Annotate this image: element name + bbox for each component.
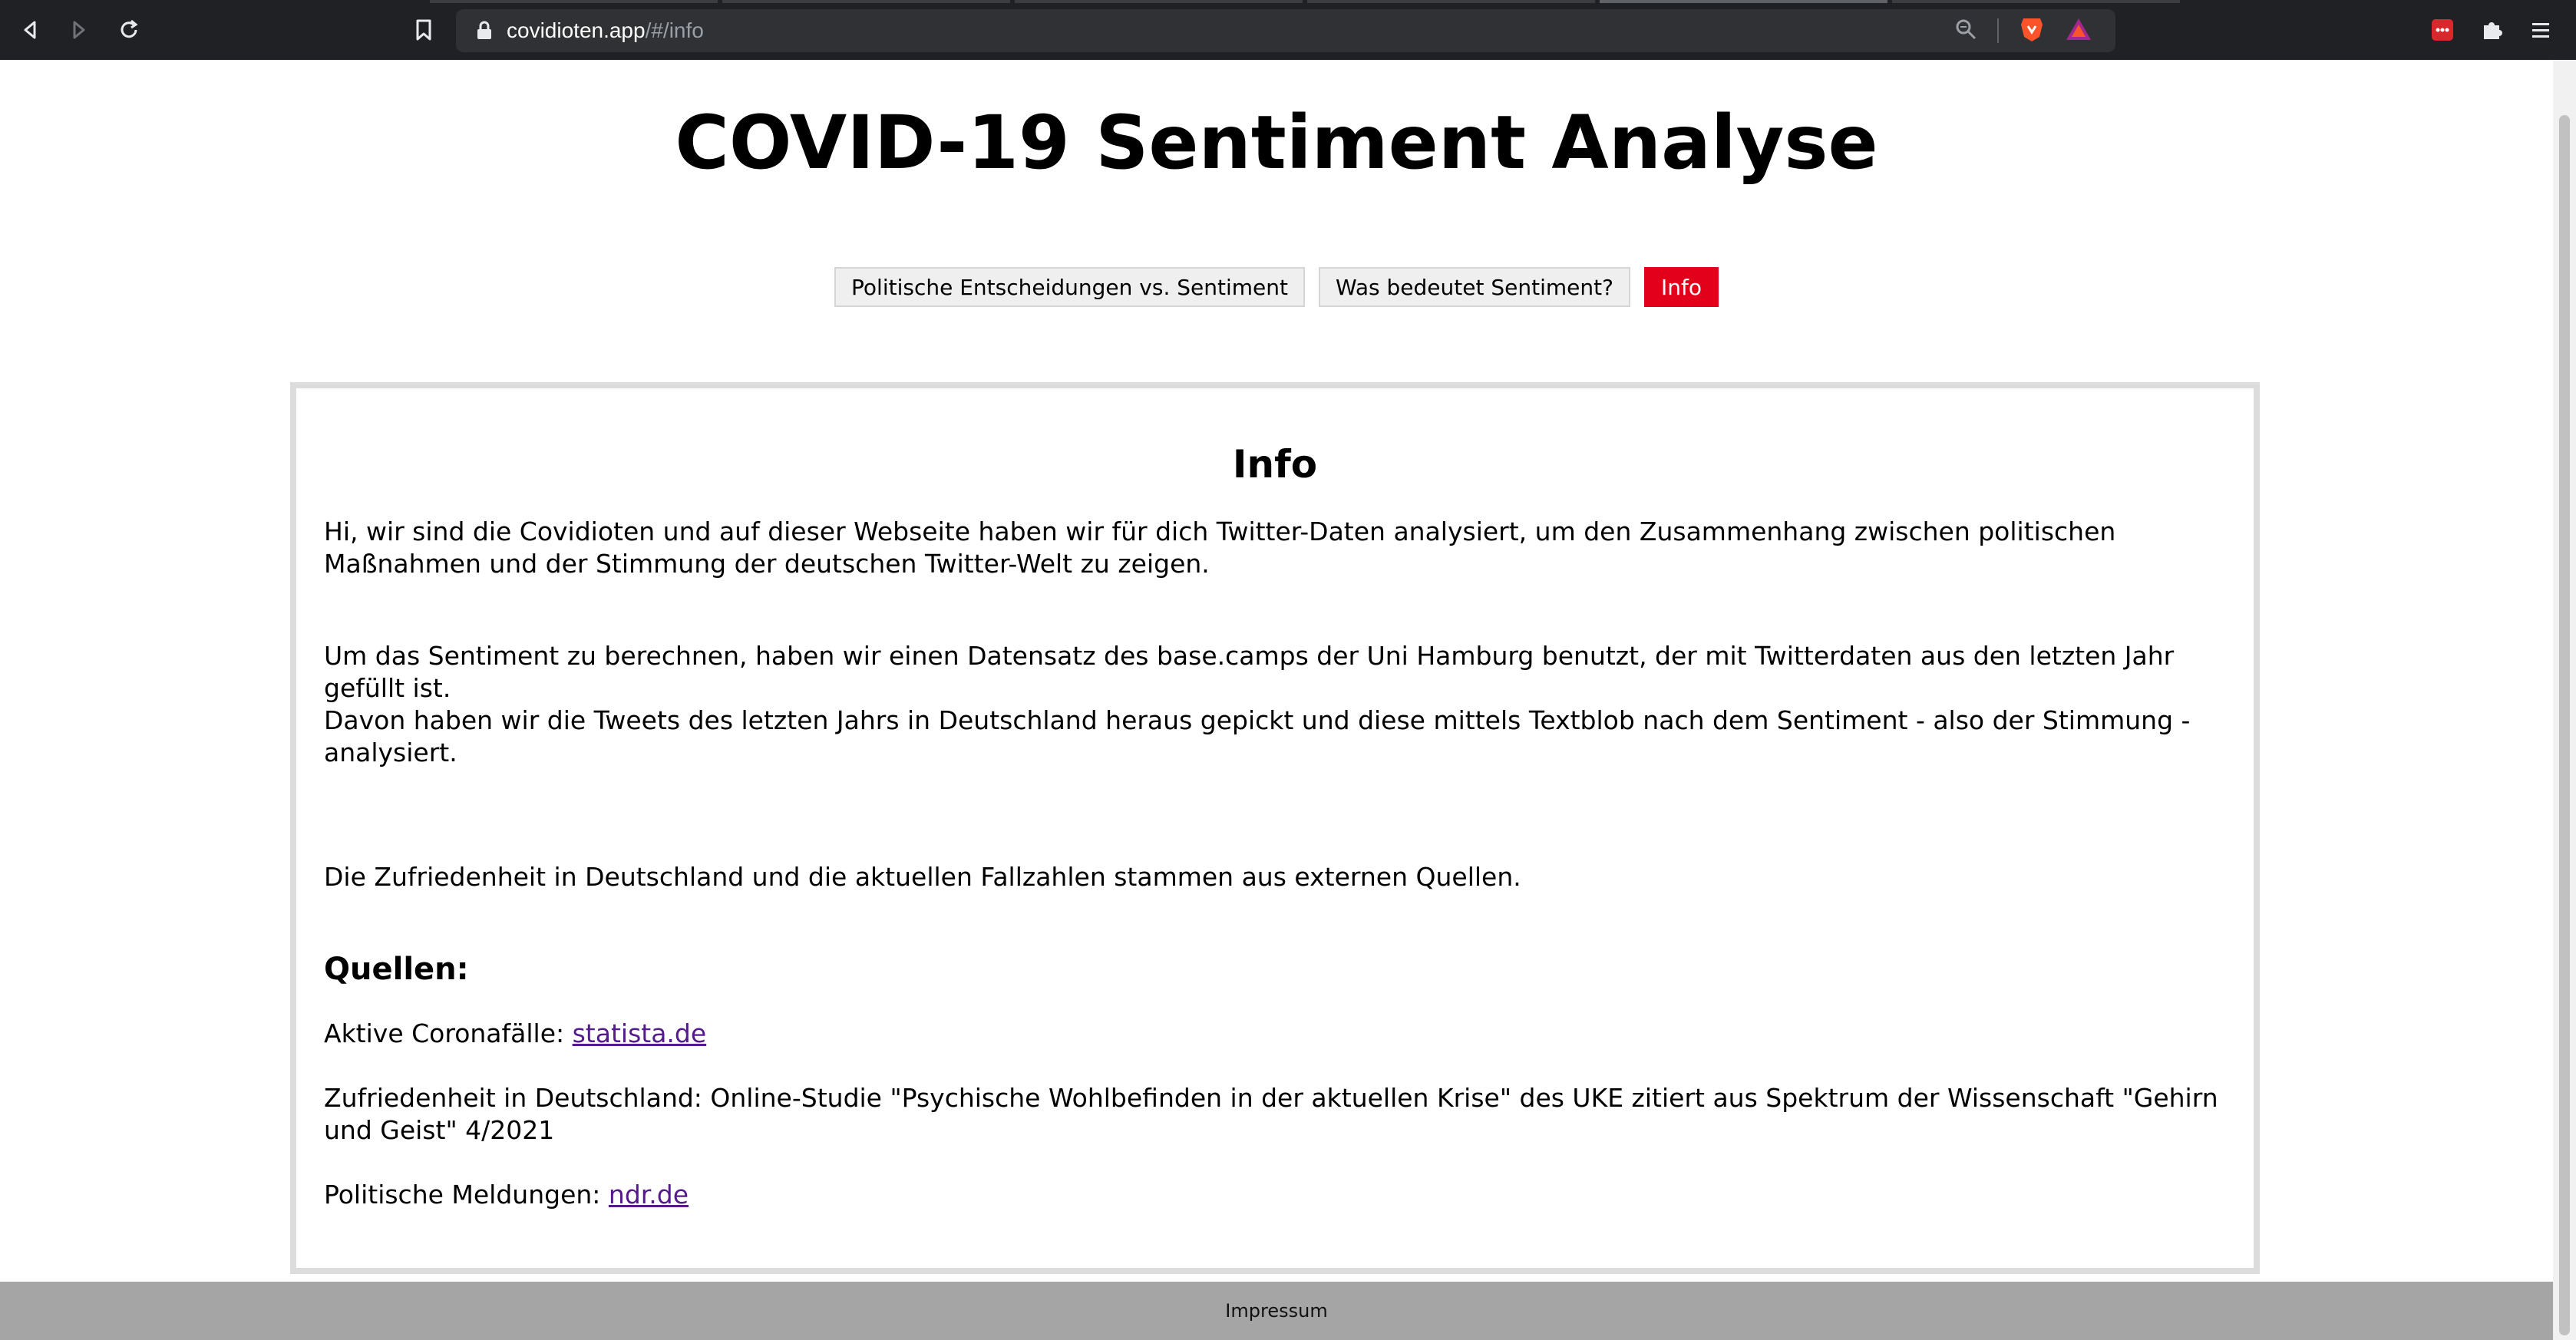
tab[interactable] [1015,0,1303,3]
method-text-2: Davon haben wir die Tweets des letzten J… [324,705,2191,767]
scrollbar[interactable] [2553,60,2576,1340]
nav-button-sentiment-meaning[interactable]: Was bedeutet Sentiment? [1318,267,1630,307]
source-politics: Politische Meldungen: ndr.de [324,1179,2226,1211]
puzzle-icon[interactable] [2475,13,2508,47]
page-viewport: COVID-19 Sentiment Analyse Politische En… [0,60,2553,1340]
reload-icon[interactable] [112,13,146,47]
forward-icon[interactable] [61,13,95,47]
source-politics-label: Politische Meldungen: [324,1180,609,1210]
lock-icon[interactable] [473,19,496,42]
menu-icon[interactable] [2524,13,2558,47]
url-host: covidioten.app [507,18,646,42]
source-satisfaction: Zufriedenheit in Deutschland: Online-Stu… [324,1082,2226,1147]
impressum-link[interactable]: Impressum [1225,1300,1327,1322]
info-heading: Info [1232,442,1318,487]
separator [1997,18,1999,43]
method-text-1: Um das Sentiment zu berechnen, haben wir… [324,641,2175,703]
zoom-icon[interactable] [1954,18,1977,44]
bookmark-icon[interactable] [407,13,441,47]
extension-icon[interactable] [2426,13,2459,47]
sources-heading: Quellen: [324,952,469,987]
nav-button-info[interactable]: Info [1643,267,1719,307]
intro-paragraph: Hi, wir sind die Covidioten und auf dies… [324,517,2116,579]
nav-button-political-decisions[interactable]: Politische Entscheidungen vs. Sentiment [834,267,1305,307]
brave-rewards-icon[interactable] [2065,17,2092,45]
footer: Impressum [0,1282,2553,1340]
tab-active[interactable] [1600,0,1887,3]
brave-shield-icon[interactable] [2019,15,2045,46]
scrollbar-thumb[interactable] [2559,115,2570,1335]
source-cases-label: Aktive Coronafälle: [324,1018,573,1048]
url-text[interactable]: covidioten.app/#/info [507,18,704,43]
source-satisfaction-label: Zufriedenheit in Deutschland: Online-Stu… [324,1083,2218,1145]
tab-strip [430,0,2180,3]
page-nav: Politische Entscheidungen vs. Sentiment … [0,267,2553,307]
tab[interactable] [722,0,1010,3]
statista-link[interactable]: statista.de [573,1018,707,1048]
sources-note: Die Zufriedenheit in Deutschland und die… [324,862,1521,892]
browser-toolbar: covidioten.app/#/info [0,0,2576,60]
source-cases: Aktive Coronafälle: statista.de [324,1018,2226,1050]
tab[interactable] [1892,0,2180,3]
url-path: /#/info [645,18,704,42]
tab[interactable] [430,0,718,3]
info-panel: Info Hi, wir sind die Covidioten und auf… [290,382,2260,1274]
page-title: COVID-19 Sentiment Analyse [675,100,1878,186]
method-paragraph: Um das Sentiment zu berechnen, haben wir… [324,640,2226,769]
back-icon[interactable] [14,13,48,47]
ndr-link[interactable]: ndr.de [609,1180,689,1210]
address-bar[interactable]: covidioten.app/#/info [456,9,2115,52]
tab[interactable] [1307,0,1595,3]
